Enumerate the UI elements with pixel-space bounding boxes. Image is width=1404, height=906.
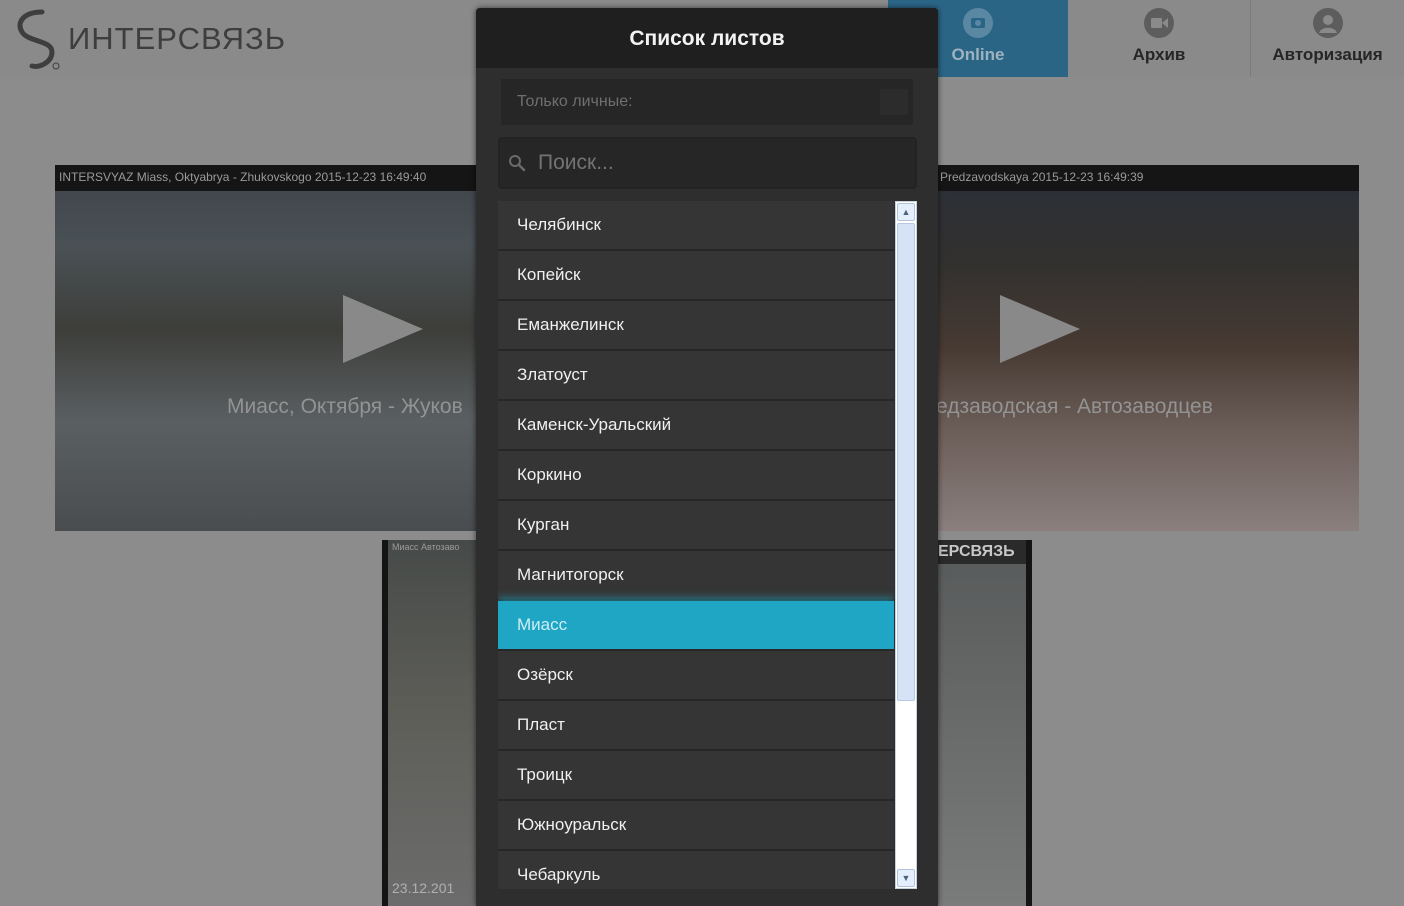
video-tile-predzavodskaya[interactable]: Predzavodskaya 2015-12-23 16:49:39 едзав…: [936, 165, 1359, 531]
city-list-item[interactable]: Озёрск: [498, 651, 894, 701]
search-input[interactable]: [538, 148, 908, 178]
city-list-item[interactable]: Чебаркуль: [498, 851, 894, 889]
logo-icon: [17, 9, 60, 70]
search-icon: [509, 155, 526, 172]
city-list-item[interactable]: Еманжелинск: [498, 301, 894, 351]
video-caption: Predzavodskaya 2015-12-23 16:49:39: [936, 165, 1359, 191]
video-caption: INTERSVYAZ Miass, Oktyabrya - Zhukovskog…: [55, 165, 476, 191]
scroll-up-icon[interactable]: ▲: [897, 203, 915, 221]
city-list-item[interactable]: Пласт: [498, 701, 894, 751]
personal-filter-checkbox[interactable]: [880, 89, 908, 115]
scroll-thumb[interactable]: [897, 223, 915, 701]
list-scrollbar[interactable]: ▲ ▼: [895, 201, 917, 889]
city-list-item[interactable]: Миасс: [498, 601, 894, 651]
video-caption: Миасс Автозаво: [392, 542, 460, 552]
sheet-list-modal: Список листов Только личные: ЧелябинскКо…: [476, 8, 938, 906]
video-tile-small-left[interactable]: Миасс Автозаво 23.12.201: [382, 540, 476, 906]
logo-text: ИНТЕРСВЯЗЬ: [68, 21, 287, 56]
video-tile-miass[interactable]: INTERSVYAZ Miass, Oktyabrya - Zhukovskog…: [55, 165, 476, 531]
video-tile-small-right[interactable]: ЕРСВЯЗЬ: [936, 540, 1032, 906]
video-timestamp: 23.12.201: [392, 880, 455, 896]
camera-icon: [963, 8, 993, 38]
city-list-item[interactable]: Каменск-Уральский: [498, 401, 894, 451]
personal-filter-label: Только личные:: [517, 93, 633, 110]
video-label: Миасс, Октября - Жуков: [227, 395, 463, 418]
video-camera-icon: [1144, 8, 1174, 38]
nav-auth-label: Авторизация: [1272, 45, 1383, 64]
modal-title: Список листов: [476, 8, 938, 68]
nav-archive[interactable]: Архив: [1069, 0, 1249, 77]
nav-auth[interactable]: Авторизация: [1250, 0, 1404, 77]
city-list-item[interactable]: Магнитогорск: [498, 551, 894, 601]
video-caption: ЕРСВЯЗЬ: [936, 540, 1026, 564]
city-list-item[interactable]: Златоуст: [498, 351, 894, 401]
city-list-item[interactable]: Копейск: [498, 251, 894, 301]
city-list-item[interactable]: Троицк: [498, 751, 894, 801]
logo[interactable]: ИНТЕРСВЯЗЬ: [10, 8, 286, 70]
personal-filter: Только личные:: [501, 79, 913, 125]
city-list-item[interactable]: Челябинск: [498, 201, 894, 251]
scroll-down-icon[interactable]: ▼: [897, 869, 915, 887]
city-list-item[interactable]: Южноуральск: [498, 801, 894, 851]
play-icon[interactable]: [343, 295, 423, 363]
search-box: [498, 137, 917, 189]
user-icon: [1312, 8, 1343, 38]
city-list-item[interactable]: Курган: [498, 501, 894, 551]
video-label: едзаводская - Автозаводцев: [936, 395, 1213, 418]
nav-archive-label: Архив: [1132, 45, 1186, 64]
play-icon[interactable]: [1000, 295, 1080, 363]
city-list[interactable]: Челябинск Копейск Еманжелинск Златоуст Камен…: [498, 201, 894, 889]
city-list-item[interactable]: Коркино: [498, 451, 894, 501]
